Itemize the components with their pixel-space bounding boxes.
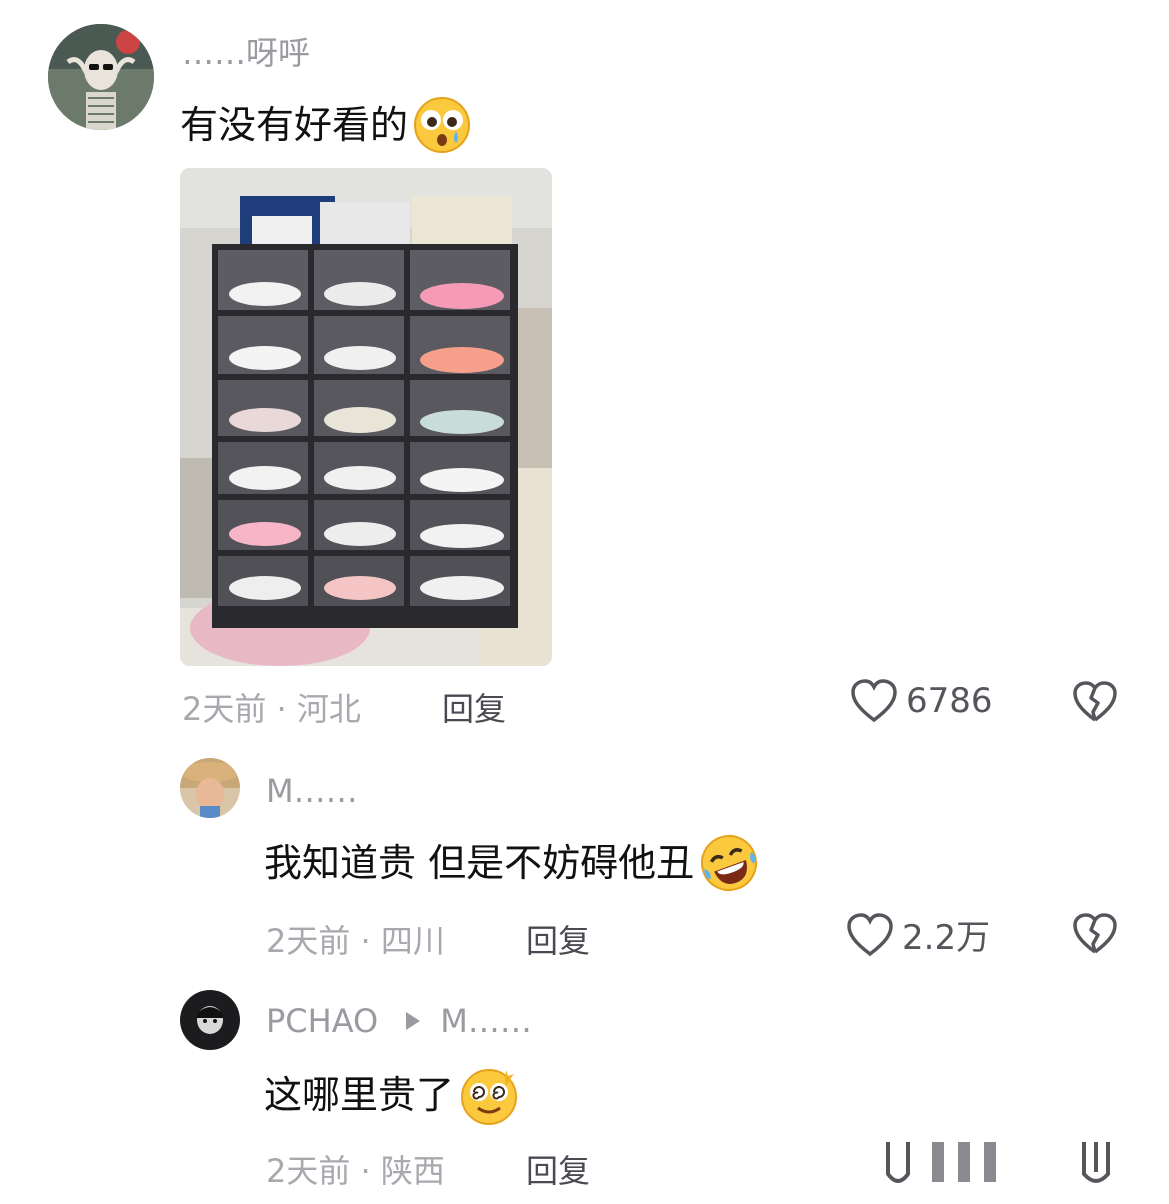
like-button[interactable]: 6786	[850, 678, 993, 724]
comment-text: 我知道贵 但是不妨碍他丑	[264, 832, 760, 894]
comment-meta: 2天前 · 四川	[266, 922, 445, 960]
comment-text: 有没有好看的	[180, 94, 472, 155]
heart-icon	[847, 912, 893, 956]
reply-arrow-icon	[406, 1012, 421, 1030]
comment-text-content: 我知道贵 但是不妨碍他丑	[264, 841, 695, 885]
dislike-icon[interactable]	[1072, 912, 1118, 956]
comment-image[interactable]	[180, 168, 552, 666]
heart-icon[interactable]	[884, 1142, 912, 1188]
rolling-laughing-emoji	[701, 834, 758, 891]
comment-meta: 2天前 · 陕西	[266, 1152, 445, 1190]
comment-text-content: 有没有好看的	[180, 103, 409, 147]
avatar[interactable]	[180, 758, 240, 818]
comment-username[interactable]: M……	[266, 772, 358, 810]
pleading-face-emoji	[414, 96, 471, 153]
loading-bars-icon	[932, 1142, 996, 1182]
dislike-icon[interactable]	[1072, 680, 1118, 724]
comment-meta: 2天前 · 河北	[182, 690, 361, 728]
reply-to-username[interactable]: M……	[440, 1002, 532, 1040]
like-button[interactable]: 2.2万	[846, 910, 990, 959]
avatar-skeleton[interactable]	[48, 24, 154, 130]
reply-button[interactable]: 回复	[526, 1146, 590, 1192]
dislike-icon[interactable]	[1080, 1142, 1112, 1188]
comment-username[interactable]: PCHAO	[266, 1002, 378, 1040]
like-count: 2.2万	[902, 918, 991, 958]
heart-icon	[851, 679, 897, 723]
comment-username-row: PCHAO M……	[266, 1002, 532, 1040]
reply-button[interactable]: 回复	[526, 916, 590, 962]
dizzy-face-emoji	[461, 1068, 518, 1125]
reply-button[interactable]: 回复	[442, 684, 506, 730]
comment-username[interactable]: ……呀呼	[182, 28, 310, 74]
comment-text: 这哪里贵了	[264, 1064, 520, 1126]
comment-text-content: 这哪里贵了	[264, 1073, 455, 1117]
like-count: 6786	[906, 681, 993, 721]
avatar[interactable]	[180, 990, 240, 1050]
